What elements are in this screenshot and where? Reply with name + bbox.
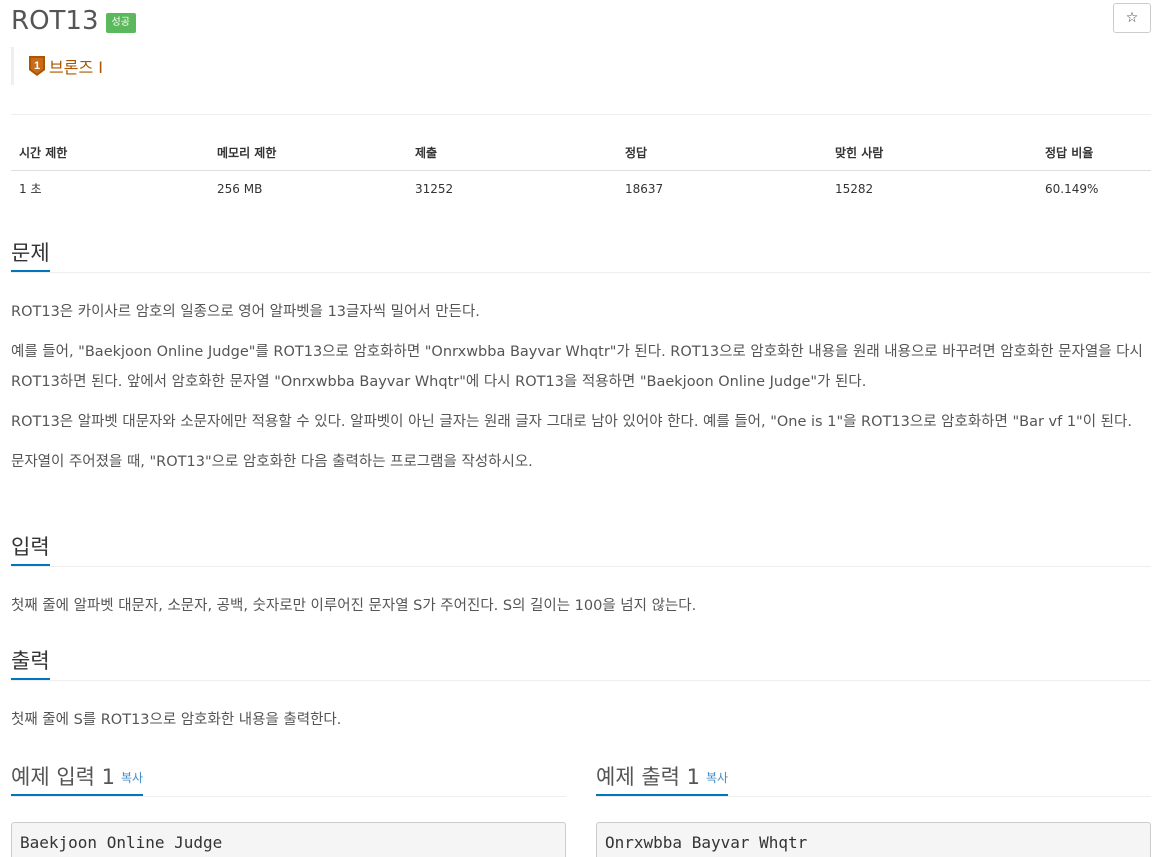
star-icon: ☆ [1125,10,1139,26]
output-text: 첫째 줄에 S를 ROT13으로 암호화한 내용을 출력한다. [11,712,342,728]
output-description: 첫째 줄에 S를 ROT13으로 암호화한 내용을 출력한다. [11,681,1151,735]
submissions-value[interactable]: 31252 [407,171,617,207]
sample-input-content[interactable]: Baekjoon Online Judge [11,822,566,857]
tier-label[interactable]: 브론즈 I [49,54,103,78]
section-header: 예제 출력 1 복사 [596,760,1151,797]
section-header: 출력 [11,644,1151,681]
solved-users-value[interactable]: 15282 [827,171,1037,207]
accuracy-value: 60.149% [1045,181,1099,196]
problem-description: ROT13은 카이사르 암호의 일종으로 영어 알파벳을 13글자씩 밀어서 만… [11,273,1151,477]
memory-limit-value: 256 MB [217,181,263,196]
copy-output-link[interactable]: 복사 [706,771,728,785]
problem-heading: 문제 [11,236,50,272]
svg-text:1: 1 [34,60,40,72]
section-header: 문제 [11,236,1151,273]
header-time-limit: 시간 제한 [11,134,209,171]
input-section: 입력 첫째 줄에 알파벳 대문자, 소문자, 공백, 숫자로만 이루어진 문자열… [11,530,1151,621]
sample-output-heading: 예제 출력 1 복사 [596,760,729,796]
status-badge: 성공 [105,13,136,33]
tier-block: 1 브론즈 I [11,47,103,85]
divider [11,114,1151,115]
section-header: 예제 입력 1 복사 [11,760,566,797]
title-row: ROT13 성공 [11,4,136,38]
input-description: 첫째 줄에 알파벳 대문자, 소문자, 공백, 숫자로만 이루어진 문자열 S가… [11,567,1151,621]
problem-page: ROT13 성공 ☆ 1 브론즈 I 시간 제한 메모리 제한 제출 정답 맞힌… [0,0,1156,857]
header-memory-limit: 메모리 제한 [209,134,407,171]
input-text: 첫째 줄에 알파벳 대문자, 소문자, 공백, 숫자로만 이루어진 문자열 S가… [11,598,697,614]
time-limit-value: 1 초 [19,182,42,196]
header-submissions: 제출 [407,134,617,171]
table-header-row: 시간 제한 메모리 제한 제출 정답 맞힌 사람 정답 비율 [11,134,1151,171]
sample-input-title: 예제 입력 1 [11,765,115,789]
sample-output-content[interactable]: Onrxwbba Bayvar Whqtr [596,822,1151,857]
sample-input-block: 예제 입력 1 복사 Baekjoon Online Judge [11,760,566,857]
star-button[interactable]: ☆ [1113,3,1151,33]
output-section: 출력 첫째 줄에 S를 ROT13으로 암호화한 내용을 출력한다. [11,644,1151,735]
page-title: ROT13 [11,6,99,36]
problem-paragraph: ROT13은 카이사르 암호의 일종으로 영어 알파벳을 13글자씩 밀어서 만… [11,304,480,320]
header-accuracy: 정답 비율 [1037,134,1151,171]
problem-section: 문제 ROT13은 카이사르 암호의 일종으로 영어 알파벳을 13글자씩 밀어… [11,236,1151,477]
header-accepted: 정답 [617,134,827,171]
header-solved-users: 맞힌 사람 [827,134,1037,171]
output-heading: 출력 [11,644,50,680]
problem-paragraph: 문자열이 주어졌을 때, "ROT13"으로 암호화한 다음 출력하는 프로그램… [11,454,533,470]
sample-output-block: 예제 출력 1 복사 Onrxwbba Bayvar Whqtr [596,760,1151,857]
problem-info-table: 시간 제한 메모리 제한 제출 정답 맞힌 사람 정답 비율 1 초 256 M… [11,134,1151,206]
section-header: 입력 [11,530,1151,567]
copy-input-link[interactable]: 복사 [121,771,143,785]
input-heading: 입력 [11,530,50,566]
problem-paragraph: ROT13은 알파벳 대문자와 소문자에만 적용할 수 있다. 알파벳이 아닌 … [11,414,1132,430]
table-row: 1 초 256 MB 31252 18637 15282 60.149% [11,171,1151,207]
accepted-value: 18637 [625,181,664,196]
bronze-tier-icon: 1 [29,56,45,76]
sample-input-heading: 예제 입력 1 복사 [11,760,144,796]
problem-paragraph: 예를 들어, "Baekjoon Online Judge"를 ROT13으로 … [11,344,1143,390]
sample-output-title: 예제 출력 1 [596,765,700,789]
